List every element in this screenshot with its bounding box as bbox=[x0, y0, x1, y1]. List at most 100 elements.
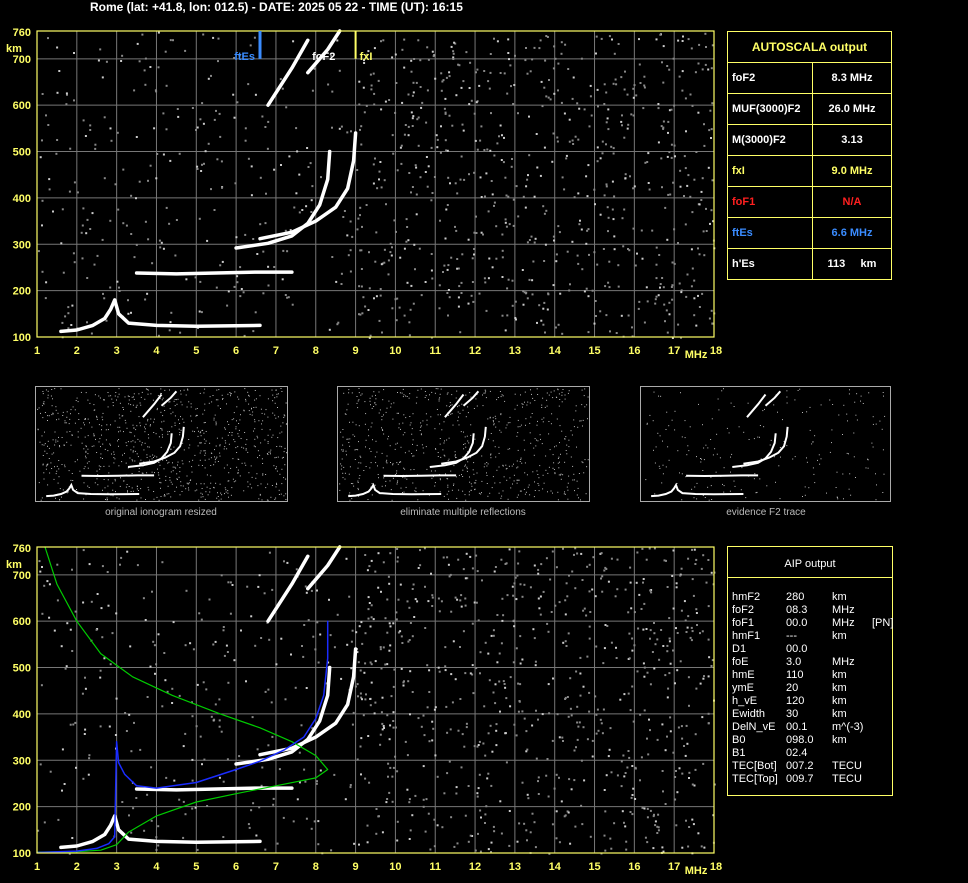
noise-dot bbox=[427, 812, 430, 815]
noise-dot bbox=[350, 667, 353, 670]
mini-noise-dot bbox=[348, 473, 350, 475]
noise-dot bbox=[464, 672, 467, 675]
noise-dot bbox=[67, 312, 70, 315]
noise-dot bbox=[640, 756, 643, 759]
mini-noise-dot bbox=[348, 442, 350, 443]
noise-dot bbox=[349, 249, 352, 252]
x-axis-label: MHz bbox=[685, 349, 708, 361]
noise-dot bbox=[410, 70, 413, 73]
noise-dot bbox=[501, 597, 504, 600]
noise-dot bbox=[157, 844, 160, 847]
mini-noise-dot bbox=[659, 467, 661, 469]
mini-noise-dot bbox=[429, 394, 430, 396]
mini-noise-dot bbox=[855, 477, 856, 478]
noise-dot bbox=[452, 50, 455, 53]
noise-dot bbox=[513, 84, 516, 86]
mini-noise-dot bbox=[235, 480, 237, 482]
noise-dot bbox=[65, 103, 68, 106]
noise-dot bbox=[412, 91, 415, 94]
noise-dot bbox=[234, 182, 237, 185]
noise-dot bbox=[632, 787, 635, 790]
mini-noise-dot bbox=[494, 482, 496, 484]
mini-noise-dot bbox=[114, 478, 116, 480]
mini-noise-dot bbox=[168, 493, 170, 495]
noise-dot bbox=[239, 266, 242, 269]
mini-noise-dot bbox=[149, 425, 151, 427]
noise-dot bbox=[557, 89, 559, 92]
noise-dot bbox=[465, 722, 468, 725]
mini-noise-dot bbox=[849, 473, 851, 475]
noise-dot bbox=[476, 570, 479, 573]
mini-noise-dot bbox=[545, 455, 547, 457]
noise-dot bbox=[680, 725, 683, 728]
noise-dot bbox=[589, 84, 592, 87]
noise-dot bbox=[571, 240, 574, 243]
noise-dot bbox=[694, 733, 697, 736]
noise-dot bbox=[644, 836, 647, 839]
noise-dot bbox=[443, 107, 446, 110]
mini-noise-dot bbox=[102, 443, 104, 445]
mini-noise-dot bbox=[238, 423, 240, 424]
mini-noise-dot bbox=[412, 455, 414, 457]
noise-dot bbox=[226, 758, 229, 761]
noise-dot bbox=[191, 107, 194, 109]
noise-dot bbox=[436, 146, 439, 149]
mini-noise-dot bbox=[457, 406, 458, 408]
mini-noise-dot bbox=[233, 412, 235, 414]
mini-noise-dot bbox=[470, 483, 472, 485]
noise-dot bbox=[378, 178, 380, 181]
mini-noise-dot bbox=[458, 474, 460, 476]
noise-dot bbox=[556, 713, 559, 716]
noise-dot bbox=[110, 139, 113, 142]
noise-dot bbox=[526, 72, 529, 75]
mini-noise-dot bbox=[107, 479, 109, 481]
noise-dot bbox=[358, 103, 361, 106]
noise-dot bbox=[67, 306, 70, 309]
noise-dot bbox=[82, 777, 85, 780]
noise-dot bbox=[679, 574, 682, 577]
noise-dot bbox=[159, 246, 162, 249]
mini-noise-dot bbox=[182, 485, 184, 487]
noise-dot bbox=[75, 766, 77, 769]
noise-dot bbox=[284, 698, 287, 701]
noise-dot bbox=[533, 821, 536, 824]
mini-noise-dot bbox=[519, 426, 521, 428]
noise-dot bbox=[554, 57, 557, 60]
noise-dot bbox=[599, 157, 602, 160]
noise-dot bbox=[61, 748, 64, 751]
mini-noise-dot bbox=[224, 487, 226, 489]
noise-dot bbox=[432, 727, 435, 730]
mini-noise-dot bbox=[552, 454, 554, 456]
mini-noise-dot bbox=[389, 480, 391, 482]
noise-dot bbox=[553, 787, 556, 790]
noise-dot bbox=[70, 324, 73, 326]
mini-noise-dot bbox=[485, 390, 487, 392]
trace-line bbox=[266, 554, 310, 623]
mini-noise-dot bbox=[854, 401, 856, 403]
mini-noise-dot bbox=[83, 482, 85, 484]
mini-noise-dot bbox=[357, 449, 359, 451]
mini-noise-dot bbox=[883, 473, 885, 475]
noise-dot bbox=[456, 842, 459, 845]
noise-dot bbox=[631, 637, 634, 640]
noise-dot bbox=[558, 736, 561, 739]
noise-dot bbox=[56, 599, 59, 602]
mini-noise-dot bbox=[705, 444, 707, 446]
mini-noise-dot bbox=[215, 421, 217, 423]
mini-noise-dot bbox=[786, 402, 788, 404]
noise-dot bbox=[631, 765, 634, 767]
mini-noise-dot bbox=[262, 420, 264, 422]
mini-noise-dot bbox=[119, 417, 121, 419]
mini-noise-dot bbox=[355, 424, 357, 426]
mini-noise-dot bbox=[121, 461, 123, 463]
noise-dot bbox=[643, 675, 646, 678]
mini-noise-dot bbox=[557, 462, 559, 464]
aip-param: D1 bbox=[732, 643, 747, 655]
noise-dot bbox=[605, 143, 607, 146]
noise-dot bbox=[202, 122, 205, 125]
mini-noise-dot bbox=[37, 408, 39, 410]
noise-dot bbox=[206, 239, 209, 242]
mini-noise-dot bbox=[820, 458, 822, 460]
mini-noise-dot bbox=[566, 453, 568, 455]
mini-noise-dot bbox=[175, 399, 177, 401]
